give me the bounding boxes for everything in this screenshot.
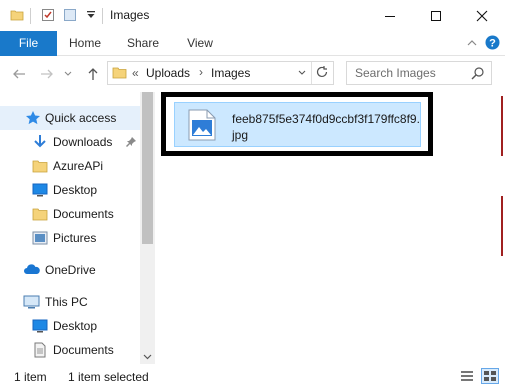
pin-icon[interactable] — [125, 136, 141, 152]
new-folder-icon[interactable] — [63, 8, 77, 22]
close-button[interactable] — [459, 0, 505, 31]
address-divider — [311, 62, 312, 84]
search-placeholder: Search Images — [355, 66, 436, 80]
window-title: Images — [110, 8, 150, 22]
breadcrumb-images[interactable]: Images — [211, 66, 250, 80]
nav-item-pc-documents[interactable]: Documents — [0, 338, 140, 362]
maximize-icon — [431, 10, 441, 21]
address-bar[interactable]: « Uploads › Images — [107, 61, 334, 85]
large-icons-view-icon[interactable] — [481, 368, 499, 384]
tab-view[interactable]: View — [175, 31, 225, 56]
recent-locations-button[interactable] — [62, 64, 74, 84]
nav-item-pictures[interactable]: Pictures — [0, 226, 140, 250]
refresh-icon[interactable] — [315, 65, 329, 82]
back-arrow-icon — [13, 69, 25, 79]
toolbar-separator — [30, 8, 31, 24]
folder-icon — [32, 206, 48, 222]
file-name: feeb875f5e374f0d9ccbf3f179ffc8f9.jpg — [232, 112, 420, 142]
search-icon[interactable] — [471, 66, 485, 83]
folder-icon[interactable] — [10, 8, 24, 22]
star-icon — [25, 110, 41, 126]
search-input[interactable]: Search Images — [346, 61, 492, 85]
tab-share[interactable]: Share — [118, 31, 168, 56]
nav-item-this-pc[interactable]: This PC — [0, 290, 140, 314]
download-arrow-icon — [32, 134, 48, 150]
minimize-button[interactable] — [367, 0, 413, 31]
maximize-button[interactable] — [413, 0, 459, 31]
image-file-icon — [187, 109, 217, 144]
minimize-icon — [385, 15, 395, 17]
expand-ribbon-icon[interactable] — [466, 37, 478, 52]
folder-icon — [112, 66, 127, 83]
details-view-icon[interactable] — [460, 369, 474, 386]
ribbon-tabs: File Home Share View ? — [0, 31, 505, 56]
back-button[interactable] — [9, 64, 29, 84]
breadcrumb-separator-icon[interactable]: › — [199, 65, 203, 79]
edge-marker — [501, 96, 503, 156]
chevron-down-icon — [64, 71, 72, 76]
nav-item-azureapi[interactable]: AzureAPi — [0, 154, 140, 178]
nav-item-pc-desktop[interactable]: Desktop — [0, 314, 140, 338]
item-count: 1 item — [14, 370, 47, 384]
file-item[interactable]: feeb875f5e374f0d9ccbf3f179ffc8f9.jpg — [174, 102, 421, 147]
nav-scrollbar[interactable] — [140, 92, 155, 364]
folder-icon — [32, 158, 48, 174]
properties-icon[interactable] — [41, 8, 55, 22]
forward-arrow-icon — [41, 69, 53, 79]
breadcrumb-uploads[interactable]: Uploads — [146, 66, 190, 80]
dropdown-arrow-icon[interactable] — [84, 8, 98, 22]
address-dropdown-icon[interactable] — [297, 67, 307, 81]
highlight-box: feeb875f5e374f0d9ccbf3f179ffc8f9.jpg — [161, 92, 433, 156]
file-list: feeb875f5e374f0d9ccbf3f179ffc8f9.jpg — [156, 92, 505, 364]
cloud-icon — [23, 262, 40, 278]
tab-home[interactable]: Home — [60, 31, 110, 56]
pictures-icon — [32, 230, 48, 246]
help-icon[interactable]: ? — [485, 35, 500, 53]
desktop-icon — [32, 182, 48, 198]
documents-icon — [32, 342, 48, 358]
desktop-icon — [32, 318, 48, 334]
nav-item-documents[interactable]: Documents — [0, 202, 140, 226]
status-bar: 1 item 1 item selected — [0, 364, 505, 389]
nav-item-desktop[interactable]: Desktop — [0, 178, 140, 202]
up-arrow-icon — [88, 68, 98, 80]
title-bar: Images — [0, 0, 505, 31]
edge-marker — [501, 196, 503, 256]
svg-text:?: ? — [489, 38, 496, 50]
toolbar-separator — [102, 8, 103, 24]
close-icon — [476, 10, 488, 21]
scroll-thumb[interactable] — [142, 92, 153, 244]
computer-icon — [23, 294, 40, 310]
selection-count: 1 item selected — [68, 370, 149, 384]
navigation-pane: Quick access Downloads AzureAPi Desktop … — [0, 92, 155, 364]
nav-item-quick-access[interactable]: Quick access — [0, 106, 140, 130]
nav-item-onedrive[interactable]: OneDrive — [0, 258, 140, 282]
nav-item-downloads[interactable]: Downloads — [0, 130, 140, 154]
up-button[interactable] — [83, 64, 103, 84]
tab-file[interactable]: File — [0, 31, 57, 56]
overflow-chevron[interactable]: « — [132, 66, 139, 80]
navigation-bar: « Uploads › Images Search Images — [0, 56, 505, 92]
scroll-down-icon[interactable] — [143, 350, 152, 364]
forward-button[interactable] — [37, 64, 57, 84]
